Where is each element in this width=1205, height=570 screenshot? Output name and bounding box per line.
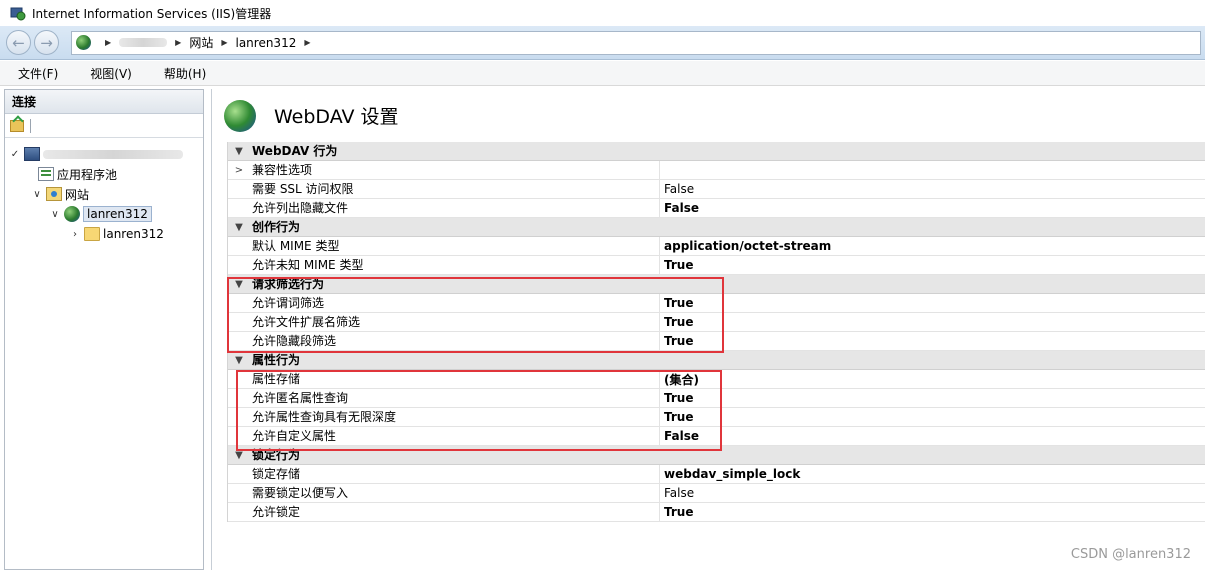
highlight-box-property-behavior (236, 370, 722, 451)
tree-label-sites[interactable]: 网站 (65, 186, 89, 203)
tree-node-server[interactable]: ✓ (5, 144, 203, 164)
property-name: 需要锁定以便写入 (250, 483, 660, 503)
tree-label-app-pools[interactable]: 应用程序池 (57, 166, 117, 183)
chevron-down-icon[interactable]: ∨ (49, 209, 61, 220)
chevron-right-icon[interactable]: › (69, 229, 81, 240)
sites-icon (46, 187, 62, 201)
property-name: 允许未知 MIME 类型 (250, 255, 660, 275)
forward-button[interactable]: → (34, 30, 59, 55)
webdav-globe-icon (224, 99, 256, 132)
property-row[interactable]: 允许锁定 True (228, 502, 1205, 522)
tree-node-sites[interactable]: ∨ 网站 (5, 184, 203, 204)
chevron-down-icon[interactable]: ▼ (228, 355, 250, 366)
property-row[interactable]: 需要锁定以便写入 False (228, 483, 1205, 503)
section-label: 属性行为 (252, 352, 301, 367)
tree-node-folder[interactable]: › lanren312 (5, 224, 203, 244)
breadcrumb-sites[interactable]: 网站 (189, 34, 213, 51)
globe-icon (64, 206, 80, 222)
property-section[interactable]: ▼ WebDAV 行为 (228, 142, 1205, 161)
chevron-right-icon[interactable]: ▶ (304, 38, 310, 47)
property-row[interactable]: 允许未知 MIME 类型 True (228, 255, 1205, 275)
highlight-box-request-filtering (227, 277, 724, 353)
iis-manager-icon (10, 7, 26, 21)
property-row[interactable]: 允许列出隐藏文件 False (228, 198, 1205, 218)
toolbar-divider (30, 118, 31, 133)
property-value[interactable]: True (660, 505, 693, 519)
watermark: CSDN @lanren312 (1070, 547, 1191, 562)
tree-node-site[interactable]: ∨ lanren312 (5, 204, 203, 224)
property-value[interactable]: webdav_simple_lock (660, 467, 800, 481)
property-value[interactable]: application/octet-stream (660, 239, 831, 253)
tree-label-folder[interactable]: lanren312 (103, 227, 164, 241)
chevron-right-icon[interactable]: ▶ (221, 38, 227, 47)
property-name: 允许列出隐藏文件 (250, 198, 660, 218)
property-section[interactable]: ▼ 属性行为 (228, 351, 1205, 370)
property-value[interactable]: True (660, 258, 693, 272)
section-label: 创作行为 (252, 219, 301, 234)
property-row[interactable]: > 兼容性选项 (228, 160, 1205, 180)
menu-bar: 文件(F) 视图(V) 帮助(H) (0, 61, 1205, 86)
main-pane: WebDAV 设置 ▼ WebDAV 行为 > 兼容性选项 需要 SSL 访问权限 Fal… (211, 89, 1205, 570)
app-pool-icon (38, 167, 54, 181)
breadcrumb-site[interactable]: lanren312 (235, 36, 296, 50)
window-title: Internet Information Services (IIS)管理器 (32, 6, 272, 21)
property-value[interactable]: False (660, 182, 694, 196)
property-name: 默认 MIME 类型 (250, 236, 660, 256)
property-value[interactable]: False (660, 201, 699, 215)
server-icon (24, 147, 40, 161)
title-bar: Internet Information Services (IIS)管理器 (0, 0, 1205, 26)
property-row[interactable]: 需要 SSL 访问权限 False (228, 179, 1205, 199)
chevron-right-icon[interactable]: ▶ (105, 38, 111, 47)
menu-help[interactable]: 帮助(H) (158, 65, 212, 82)
property-name: 兼容性选项 (250, 160, 660, 180)
menu-file[interactable]: 文件(F) (12, 65, 64, 82)
connections-toolbar (5, 114, 203, 138)
tree-node-app-pools[interactable]: 应用程序池 (5, 164, 203, 184)
server-name-redacted[interactable] (43, 149, 183, 159)
property-value[interactable]: False (660, 486, 694, 500)
server-name-redacted[interactable] (119, 38, 168, 47)
connections-tree: ✓ 应用程序池 ∨ 网站 ∨ lanren312 › lanren312 (5, 138, 203, 244)
property-row[interactable]: 锁定存储 webdav_simple_lock (228, 464, 1205, 484)
property-name: 允许锁定 (250, 502, 660, 522)
page-title: WebDAV 设置 (274, 106, 399, 128)
property-section[interactable]: ▼ 创作行为 (228, 218, 1205, 237)
chevron-down-icon[interactable]: ▼ (228, 146, 250, 157)
property-name: 锁定存储 (250, 464, 660, 484)
connections-pane: 连接 ✓ 应用程序池 ∨ 网站 ∨ lanren312 › lanren312 (4, 89, 204, 570)
connect-icon[interactable] (10, 119, 24, 132)
breadcrumb[interactable]: ▶ ▶ 网站 ▶ lanren312 ▶ (71, 30, 1201, 55)
chevron-down-icon[interactable]: ✓ (9, 149, 21, 160)
globe-icon (76, 35, 91, 50)
chevron-down-icon[interactable]: ∨ (31, 189, 43, 200)
section-label: WebDAV 行为 (252, 143, 338, 158)
chevron-down-icon[interactable]: ▼ (228, 450, 250, 461)
chevron-right-icon[interactable]: > (228, 165, 250, 176)
property-row[interactable]: 默认 MIME 类型 application/octet-stream (228, 236, 1205, 256)
chevron-down-icon[interactable]: ▼ (228, 222, 250, 233)
property-name: 需要 SSL 访问权限 (250, 179, 660, 199)
tree-label-site[interactable]: lanren312 (83, 206, 152, 222)
menu-view[interactable]: 视图(V) (84, 65, 138, 82)
connections-header: 连接 (5, 90, 203, 114)
back-button[interactable]: ← (6, 30, 31, 55)
folder-icon (84, 227, 100, 241)
page-header: WebDAV 设置 (212, 89, 1205, 142)
chevron-right-icon[interactable]: ▶ (175, 38, 181, 47)
address-bar: ← → ▶ ▶ 网站 ▶ lanren312 ▶ (0, 26, 1205, 60)
